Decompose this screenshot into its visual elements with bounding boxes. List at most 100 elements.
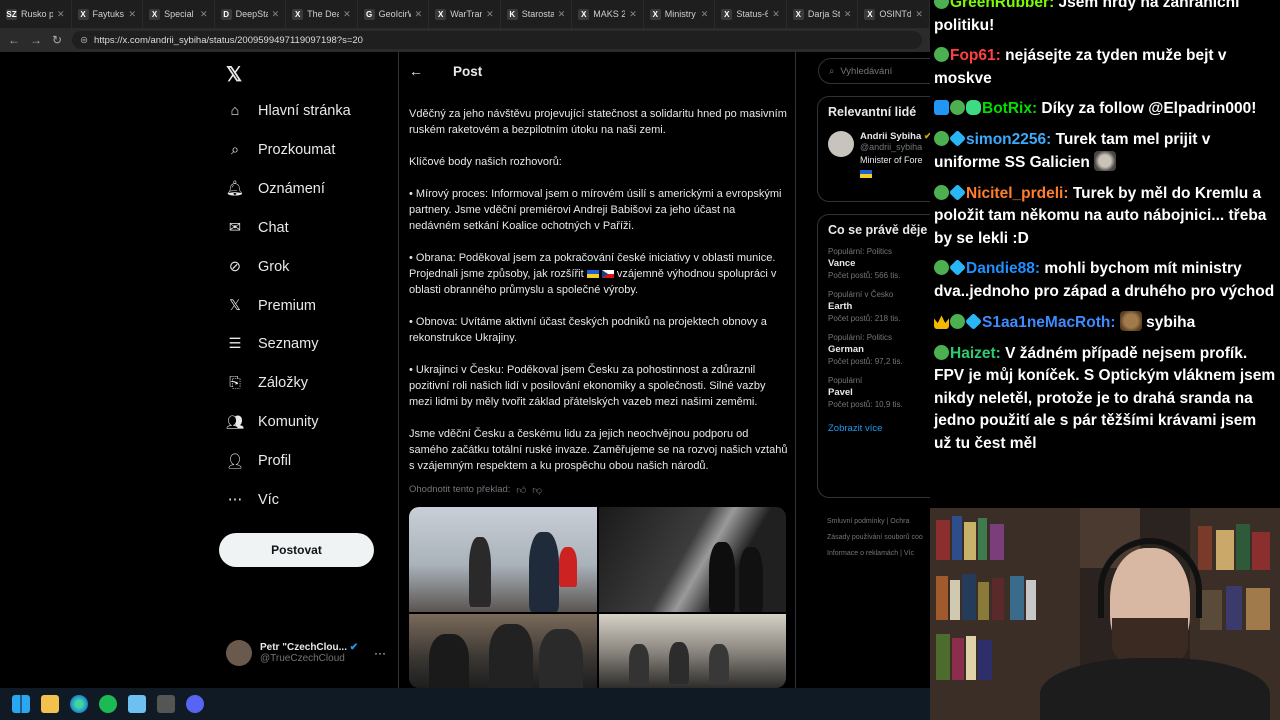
back-arrow-icon[interactable]: ←: [409, 63, 423, 79]
tab-close-icon[interactable]: ✕: [558, 9, 566, 20]
tab-close-icon[interactable]: ✕: [486, 9, 494, 20]
thumbs-down-icon[interactable]: 👎︎: [532, 484, 542, 496]
trend-item[interactable]: Populární: Politics German Počet postů: 97…: [828, 333, 930, 366]
browser-tab[interactable]: XFaytuks N ✕: [72, 0, 144, 28]
footer-links: Smluvní podmínky | Ochra Zásady používán…: [827, 514, 923, 562]
discord-icon[interactable]: [186, 695, 204, 713]
screen: SZRusko př✕XFaytuks N✕XSpecial K✕DDeepSt…: [0, 0, 1280, 720]
tab-close-icon[interactable]: ✕: [629, 9, 637, 20]
tab-close-icon[interactable]: ✕: [844, 9, 852, 20]
show-more-link[interactable]: Zobrazit více: [828, 423, 930, 434]
footer-link[interactable]: Informace o reklamách | Víc: [827, 546, 923, 562]
post-paragraph: • Obnova: Uvítáme aktivní účast českých …: [409, 316, 767, 344]
home-icon: ⌂: [230, 103, 240, 119]
post-photo[interactable]: [598, 507, 786, 612]
browser-tab[interactable]: XSpecial K ✕: [143, 0, 215, 28]
notepad-icon[interactable]: [128, 695, 146, 713]
browser-tab[interactable]: GGeoIcirW ✕: [358, 0, 430, 28]
edge-browser-icon[interactable]: [70, 695, 88, 713]
nav-item-x-premium[interactable]: 𝕏 Premium: [226, 293, 316, 319]
post-button[interactable]: Postovat: [219, 533, 374, 567]
chat-badge-icon: [934, 184, 949, 200]
nav-item-profile[interactable]: 👤︎ Profil: [226, 448, 291, 474]
tab-close-icon[interactable]: ✕: [772, 9, 780, 20]
nav-item-grok[interactable]: ⊘ Grok: [226, 254, 290, 280]
relevant-people-title: Relevantní lidé: [828, 105, 917, 119]
browser-tab[interactable]: XOSINTdet✕: [858, 0, 930, 28]
chat-username[interactable]: GreenRubber: [950, 0, 1049, 11]
x-premium-icon: 𝕏: [229, 297, 241, 314]
trend-name: German: [828, 344, 864, 355]
browser-tab[interactable]: XMAKS 25 ✕: [572, 0, 644, 28]
nav-item-bookmark[interactable]: ⎘ Záložky: [226, 370, 308, 396]
url-field[interactable]: ⊜ https://x.com/andrii_sybiha/status/200…: [72, 31, 922, 49]
person-name: Andrii Sybiha ✔: [860, 131, 930, 142]
site-info-icon[interactable]: ⊜: [80, 35, 88, 46]
trend-item[interactable]: Populární v Česko Earth Počet postů: 218 t…: [828, 290, 930, 323]
trend-cat: Populární: [828, 376, 863, 385]
thumbs-up-icon[interactable]: 👍︎: [516, 484, 526, 496]
chat-username[interactable]: simon2256: [966, 131, 1046, 148]
back-arrow-icon[interactable]: ←: [8, 33, 20, 47]
search-input[interactable]: ⌕ Vyhledávání: [818, 58, 930, 84]
chat-separator: :: [1046, 130, 1056, 148]
chat-message: GreenRubber: Jsem hrdý na zahraniční pol…: [934, 0, 1276, 37]
tab-close-icon[interactable]: ✕: [57, 9, 65, 20]
browser-tab[interactable]: X Status-6 ✕: [715, 0, 787, 28]
more-dots-icon[interactable]: ···: [374, 646, 386, 660]
chat-username[interactable]: Nicitel_prdeli: [966, 185, 1063, 202]
tab-close-icon[interactable]: ✕: [701, 9, 709, 20]
nav-item-list[interactable]: ☰ Seznamy: [226, 331, 319, 357]
forward-arrow-icon[interactable]: →: [30, 33, 42, 47]
tab-close-icon[interactable]: ✕: [915, 9, 923, 20]
browser-tab[interactable]: K Starosta ✕: [501, 0, 573, 28]
chat-username[interactable]: BotRix: [982, 100, 1032, 117]
browser-address-bar: ← → ↻ ⊜ https://x.com/andrii_sybiha/stat…: [0, 28, 930, 52]
browser-tab[interactable]: X Ministry ✕: [644, 0, 716, 28]
nav-item-more[interactable]: ⋯ Víc: [226, 487, 279, 513]
calculator-icon[interactable]: [157, 695, 175, 713]
footer-link[interactable]: Zásady používání souborů coo: [827, 530, 923, 546]
browser-tab[interactable]: XDarja Ste ✕: [787, 0, 859, 28]
tab-favicon-icon: X: [77, 8, 89, 20]
account-switcher[interactable]: Petr "CzechClou... ✔ @TrueCzechCloud ···: [226, 640, 386, 666]
post-column: ← Post Vděčný za jeho návštěvu projevují…: [398, 52, 796, 688]
trending-box: Co se právě děje Populární: Politics Vanc…: [817, 214, 930, 498]
post-photo[interactable]: [598, 614, 786, 688]
trend-item[interactable]: Populární Pavel Počet postů: 10,9 tis.: [828, 376, 930, 409]
browser-tab[interactable]: DDeepStat ✕: [215, 0, 287, 28]
nav-item-home[interactable]: ⌂ Hlavní stránka: [226, 98, 351, 124]
relevant-person[interactable]: Andrii Sybiha ✔ @andrii_sybiha Minister …: [828, 131, 930, 183]
post-photo[interactable]: [409, 614, 597, 688]
nav-item-search[interactable]: ⌕ Prozkoumat: [226, 137, 335, 163]
chat-username[interactable]: S1aa1neMacRoth: [982, 314, 1110, 331]
ukraine-flag-icon: [586, 270, 599, 279]
chat-username[interactable]: Fop61: [950, 47, 996, 64]
spotify-icon[interactable]: [99, 695, 117, 713]
tab-title: Faytuks N: [92, 9, 125, 19]
grok-icon: ⊘: [228, 258, 242, 275]
tab-close-icon[interactable]: ✕: [343, 9, 351, 20]
nav-item-mail[interactable]: ✉ Chat: [226, 215, 289, 241]
chat-username[interactable]: Dandie88: [966, 260, 1035, 277]
browser-tab[interactable]: XThe Dead ✕: [286, 0, 358, 28]
windows-start-icon[interactable]: [12, 695, 30, 713]
file-explorer-icon[interactable]: [41, 695, 59, 713]
post-photo[interactable]: [409, 507, 597, 612]
nav-item-bell[interactable]: 🔔︎ Oznámení: [226, 176, 325, 202]
browser-tab[interactable]: XWarTrans ✕: [429, 0, 501, 28]
chat-username[interactable]: Haizet: [950, 345, 996, 362]
trend-item[interactable]: Populární: Politics Vance Počet postů: 566…: [828, 247, 930, 280]
chat-badge-icon: [949, 129, 966, 147]
footer-link[interactable]: Smluvní podmínky | Ochra: [827, 514, 923, 530]
avatar: [828, 131, 854, 157]
x-logo-icon[interactable]: 𝕏: [226, 62, 242, 87]
nav-item-communities[interactable]: 👥︎ Komunity: [226, 409, 319, 435]
reload-icon[interactable]: ↻: [52, 33, 62, 47]
tab-close-icon[interactable]: ✕: [200, 9, 208, 20]
tab-close-icon[interactable]: ✕: [415, 9, 423, 20]
browser-tab[interactable]: SZ Rusko př ✕: [0, 0, 72, 28]
tab-close-icon[interactable]: ✕: [272, 9, 280, 20]
bell-icon: 🔔︎: [225, 181, 245, 198]
tab-close-icon[interactable]: ✕: [129, 9, 137, 20]
